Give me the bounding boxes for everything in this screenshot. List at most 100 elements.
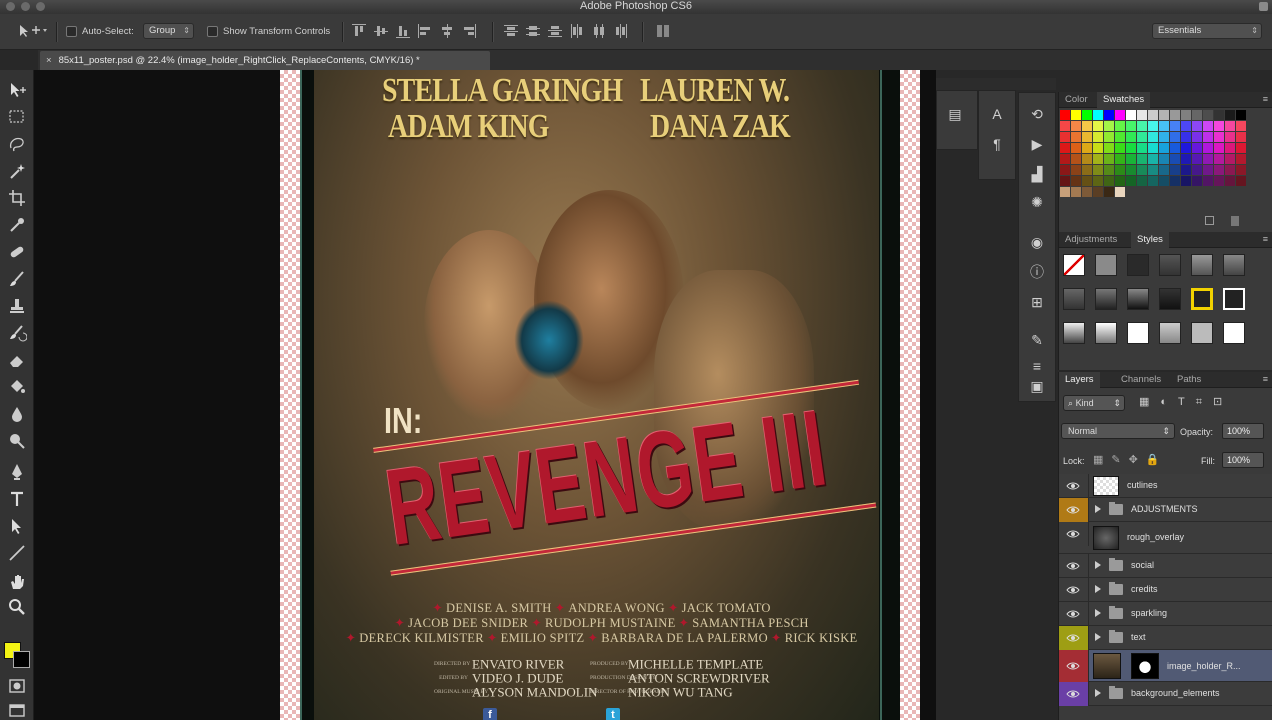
align-bottom-edges-icon[interactable]	[396, 24, 410, 38]
distribute-vertical-centers-icon[interactable]	[526, 24, 540, 38]
layer-row[interactable]: cutlines	[1059, 474, 1272, 498]
fullscreen-icon[interactable]	[1259, 2, 1268, 11]
blend-mode-dropdown[interactable]: Normal ⇕	[1061, 423, 1175, 439]
paragraph-icon[interactable]: ¶	[988, 135, 1006, 153]
tab-layers[interactable]: Layers	[1059, 372, 1100, 388]
panel-menu-icon[interactable]: ≡	[1263, 374, 1268, 384]
layer-row[interactable]: social	[1059, 554, 1272, 578]
info-icon[interactable]: ⓘ	[1028, 263, 1046, 281]
fill-field[interactable]: 100%	[1222, 452, 1264, 468]
lock-icons[interactable]: ▦✎✥🔒	[1093, 453, 1168, 466]
history-icon[interactable]: ⟲	[1028, 105, 1046, 123]
style-swatch[interactable]	[1191, 322, 1213, 344]
layer-row[interactable]: rough_overlay	[1059, 522, 1272, 554]
pen-icon[interactable]	[7, 462, 27, 482]
align-left-edges-icon[interactable]	[418, 24, 432, 38]
background-color-swatch[interactable]	[13, 651, 30, 668]
healing-brush-icon[interactable]	[7, 242, 27, 262]
poster-document[interactable]: STELLA GARINGH LAUREN W. ADAM KING DANA …	[300, 70, 900, 720]
tab-styles[interactable]: Styles	[1131, 232, 1169, 248]
style-swatch[interactable]	[1127, 288, 1149, 310]
auto-align-layers-icon[interactable]	[656, 24, 670, 38]
style-swatch[interactable]	[1063, 254, 1085, 276]
distribute-horizontal-centers-icon[interactable]	[592, 24, 606, 38]
history-brush-icon[interactable]	[7, 323, 28, 343]
line-icon[interactable]	[7, 543, 27, 563]
align-horizontal-centers-icon[interactable]	[440, 24, 454, 38]
style-swatch[interactable]	[1095, 288, 1117, 310]
character-icon[interactable]: A	[988, 105, 1006, 123]
expand-arrow-icon[interactable]	[1095, 609, 1101, 617]
expand-arrow-icon[interactable]	[1095, 585, 1101, 593]
eye-icon[interactable]	[1066, 607, 1080, 621]
canvas-area[interactable]: STELLA GARINGH LAUREN W. ADAM KING DANA …	[34, 70, 936, 720]
tool-presets-icon[interactable]: ◉	[1028, 233, 1046, 251]
screen-mode-icon[interactable]	[7, 700, 27, 720]
distribute-right-icon[interactable]	[614, 24, 628, 38]
layer-row[interactable]: ADJUSTMENTS	[1059, 498, 1272, 522]
style-swatch[interactable]	[1223, 254, 1245, 276]
style-swatch[interactable]	[1127, 322, 1149, 344]
tab-paths[interactable]: Paths	[1171, 372, 1207, 388]
distribute-top-icon[interactable]	[504, 24, 518, 38]
type-icon[interactable]	[7, 489, 27, 509]
clone-source-icon[interactable]: ⊞	[1028, 293, 1046, 311]
style-swatch[interactable]	[1159, 322, 1181, 344]
align-right-edges-icon[interactable]	[462, 24, 476, 38]
distribute-left-icon[interactable]	[570, 24, 584, 38]
paint-bucket-icon[interactable]	[7, 377, 27, 397]
expand-arrow-icon[interactable]	[1095, 633, 1101, 641]
layer-row[interactable]: text	[1059, 626, 1272, 650]
tab-swatches[interactable]: Swatches	[1097, 92, 1151, 108]
move-tool-icon[interactable]	[7, 80, 27, 100]
panel-menu-icon[interactable]: ≡	[1263, 94, 1268, 104]
expand-arrow-icon[interactable]	[1095, 561, 1101, 569]
expand-arrow-icon[interactable]	[1095, 689, 1101, 697]
quick-mask-icon[interactable]	[7, 676, 27, 696]
style-swatch[interactable]	[1223, 322, 1245, 344]
eye-icon[interactable]	[1066, 659, 1080, 673]
eye-icon[interactable]	[1066, 687, 1080, 701]
kind-filter-dropdown[interactable]: ⌕ Kind ⇕	[1063, 395, 1125, 411]
histogram-icon[interactable]: ▟	[1028, 165, 1046, 183]
marquee-icon[interactable]	[7, 107, 27, 127]
expand-arrow-icon[interactable]	[1095, 505, 1101, 513]
lasso-icon[interactable]	[7, 134, 27, 154]
layer-row[interactable]: background_elements	[1059, 682, 1272, 706]
layer-comps-icon[interactable]: ▣	[1028, 377, 1046, 395]
hand-icon[interactable]	[7, 572, 27, 592]
eye-icon[interactable]	[1066, 583, 1080, 597]
style-swatch[interactable]	[1159, 288, 1181, 310]
distribute-bottom-icon[interactable]	[548, 24, 562, 38]
zoom-window-icon[interactable]	[36, 2, 45, 11]
style-swatch[interactable]	[1191, 288, 1213, 310]
eye-icon[interactable]	[1066, 503, 1080, 517]
move-tool-preset-icon[interactable]	[18, 24, 48, 41]
properties-sliders-icon[interactable]: ≡	[1028, 357, 1046, 375]
layer-list[interactable]: cutlines ADJUSTMENTS rough_overlay social cr…	[1059, 474, 1272, 720]
layer-row[interactable]: sparkling	[1059, 602, 1272, 626]
auto-select-dropdown[interactable]: Group	[143, 23, 194, 39]
show-transform-checkbox[interactable]	[207, 26, 218, 37]
panel-menu-icon[interactable]: ≡	[1263, 234, 1268, 244]
workspace-switcher[interactable]: Essentials	[1152, 23, 1262, 39]
brush-icon[interactable]	[7, 269, 27, 289]
eraser-icon[interactable]	[7, 350, 27, 370]
zoom-icon[interactable]	[7, 597, 27, 617]
style-swatch[interactable]	[1223, 288, 1245, 310]
eye-icon[interactable]	[1066, 559, 1080, 573]
style-swatch[interactable]	[1095, 322, 1117, 344]
style-swatch[interactable]	[1191, 254, 1213, 276]
delete-swatch-icon[interactable]	[1231, 216, 1239, 226]
layer-filter-icons[interactable]: ▦◐T⌗⊡	[1139, 395, 1272, 411]
tab-color[interactable]: Color	[1059, 92, 1094, 108]
new-swatch-icon[interactable]	[1205, 216, 1214, 225]
style-swatch[interactable]	[1063, 322, 1085, 344]
auto-select-checkbox[interactable]	[66, 26, 77, 37]
notes-icon[interactable]: ▤	[946, 105, 964, 123]
clone-stamp-icon[interactable]	[7, 296, 27, 316]
eye-icon[interactable]	[1066, 631, 1080, 645]
style-swatch[interactable]	[1159, 254, 1181, 276]
blur-icon[interactable]	[7, 404, 27, 424]
style-swatch[interactable]	[1127, 254, 1149, 276]
